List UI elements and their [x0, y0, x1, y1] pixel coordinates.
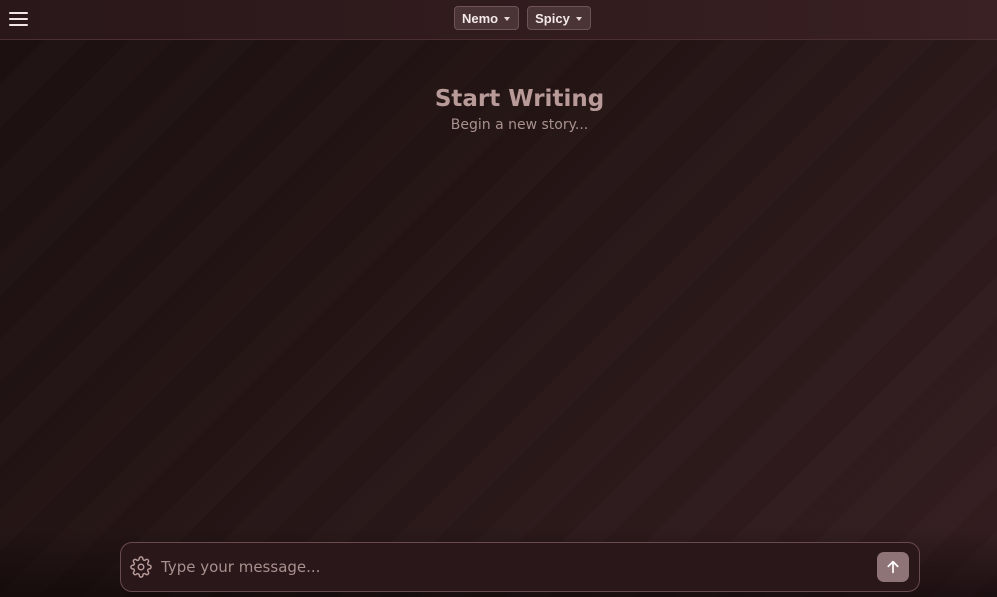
caret-down-icon	[575, 16, 582, 21]
style-select-label: Spicy	[535, 10, 570, 26]
hamburger-icon	[9, 12, 28, 14]
style-select[interactable]: Spicy	[527, 6, 591, 30]
empty-state: Start Writing Begin a new story...	[0, 84, 997, 134]
model-select-label: Nemo	[462, 10, 499, 26]
top-bar: Nemo Spicy	[0, 0, 997, 40]
page-subtitle: Begin a new story...	[450, 117, 589, 133]
model-select[interactable]: Nemo	[454, 6, 520, 30]
caret-down-icon	[504, 16, 511, 21]
message-composer	[120, 542, 920, 592]
message-input[interactable]	[159, 551, 877, 583]
hamburger-icon-line	[9, 18, 28, 20]
hamburger-icon-line	[9, 24, 28, 26]
gear-icon[interactable]	[130, 556, 152, 578]
arrow-up-icon	[887, 560, 899, 574]
header-selects: Nemo Spicy	[454, 6, 591, 30]
send-button[interactable]	[877, 552, 909, 582]
hamburger-menu-button[interactable]	[9, 10, 29, 28]
page-title: Start Writing	[434, 86, 605, 112]
